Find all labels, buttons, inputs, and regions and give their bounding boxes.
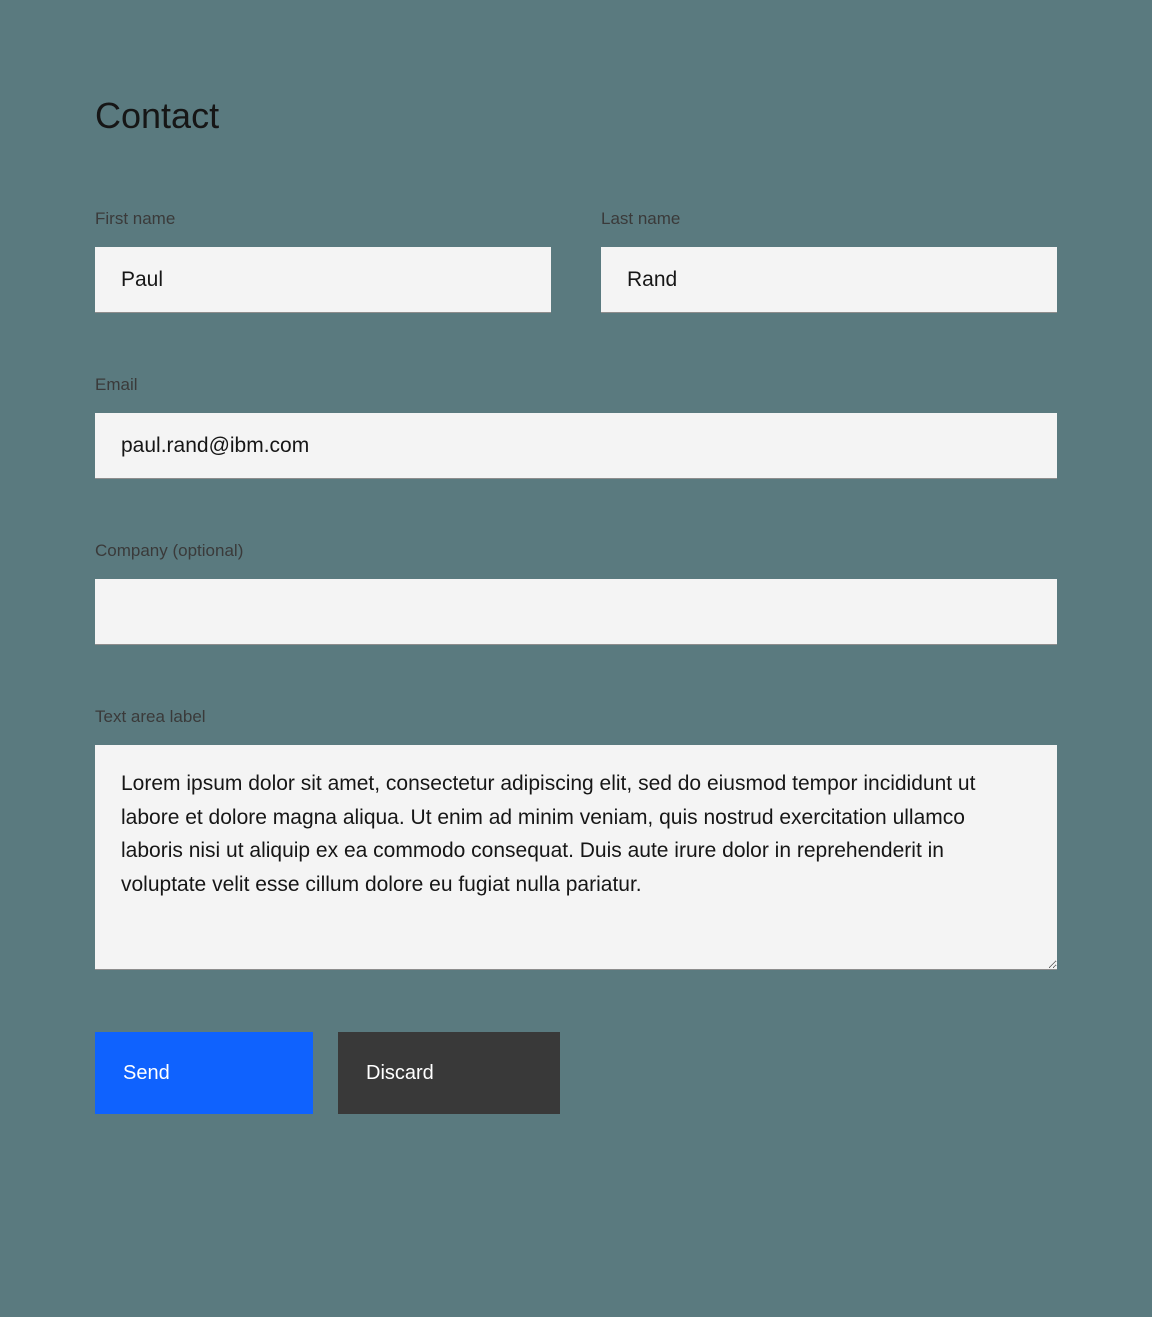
message-textarea[interactable]	[95, 745, 1057, 970]
name-row: First name Last name	[95, 209, 1057, 313]
last-name-field: Last name	[601, 209, 1057, 313]
company-field: Company (optional)	[95, 541, 1057, 645]
first-name-label: First name	[95, 209, 551, 229]
first-name-field: First name	[95, 209, 551, 313]
company-label: Company (optional)	[95, 541, 1057, 561]
email-field: Email	[95, 375, 1057, 479]
page-title: Contact	[95, 95, 1057, 137]
email-input[interactable]	[95, 413, 1057, 479]
company-input[interactable]	[95, 579, 1057, 645]
first-name-input[interactable]	[95, 247, 551, 313]
contact-form: Contact First name Last name Email Compa…	[95, 95, 1057, 1114]
last-name-label: Last name	[601, 209, 1057, 229]
send-button[interactable]: Send	[95, 1032, 313, 1114]
message-field: Text area label	[95, 707, 1057, 970]
button-row: Send Discard	[95, 1032, 1057, 1114]
discard-button[interactable]: Discard	[338, 1032, 560, 1114]
message-label: Text area label	[95, 707, 1057, 727]
email-label: Email	[95, 375, 1057, 395]
last-name-input[interactable]	[601, 247, 1057, 313]
